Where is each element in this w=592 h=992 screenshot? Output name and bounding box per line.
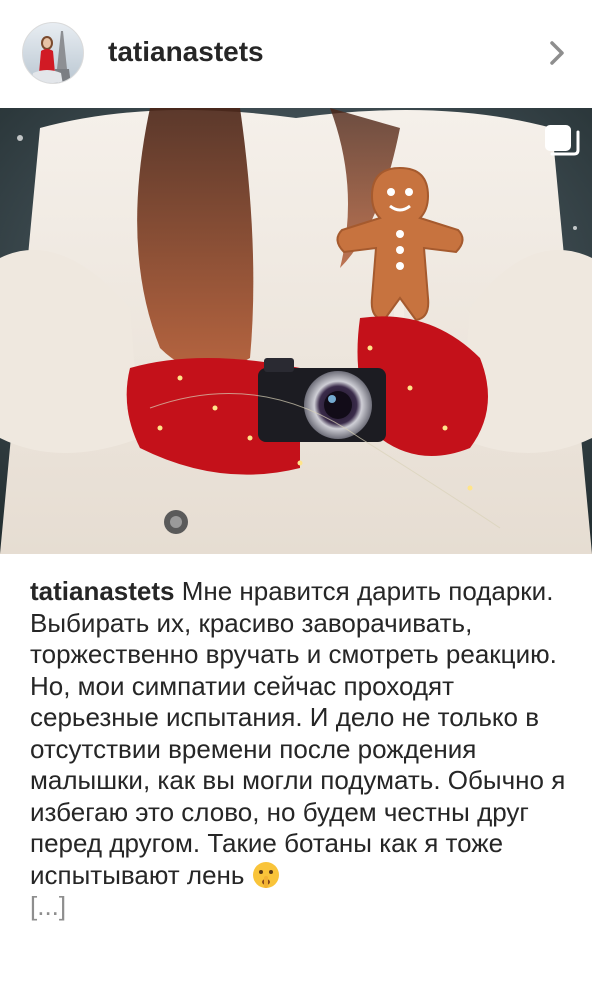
post-header: tatianastets: [0, 0, 592, 108]
caption-text: Мне нравится дарить подарки. Выбирать их…: [30, 576, 566, 890]
avatar[interactable]: [22, 22, 84, 84]
post-caption: tatianastets Мне нравится дарить подарки…: [30, 576, 570, 923]
username[interactable]: tatianastets: [108, 36, 264, 68]
chevron-right-icon[interactable]: [544, 38, 570, 68]
post-image[interactable]: [0, 108, 592, 554]
caption-more-link[interactable]: [...]: [30, 891, 66, 921]
caption-username[interactable]: tatianastets: [30, 576, 175, 606]
shushing-face-emoji: [252, 861, 279, 888]
